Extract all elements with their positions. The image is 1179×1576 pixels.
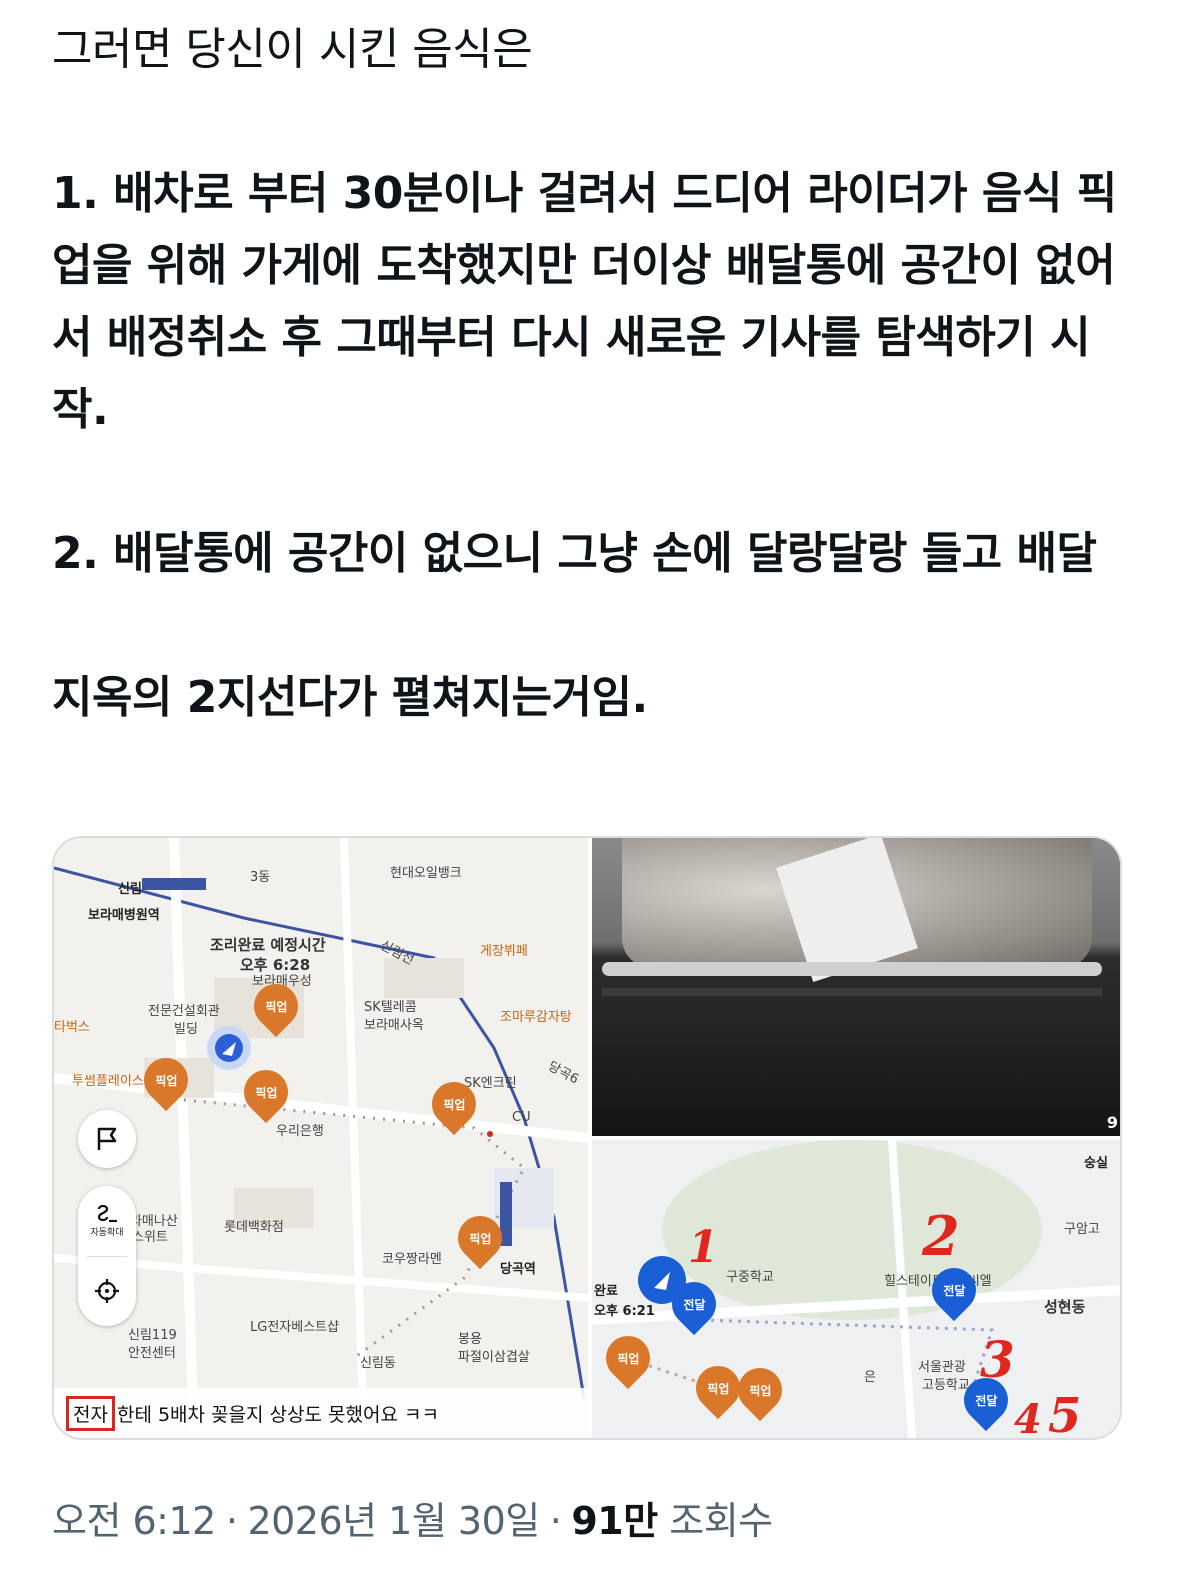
map-label: 조리완료 예정시간	[210, 936, 326, 954]
photo-content	[592, 838, 1120, 1136]
annotation-5: 5	[1048, 1388, 1082, 1438]
caption-highlight: 전자	[66, 1395, 115, 1431]
auto-zoom-label: 자동확대	[90, 1228, 124, 1239]
map-label: 조마루감자탕	[500, 1010, 572, 1025]
annotation-3: 3	[980, 1330, 1015, 1389]
crosshair-icon	[95, 1279, 119, 1304]
delivery-bag-photo[interactable]: 9	[592, 838, 1120, 1136]
post-time[interactable]: 오전 6:12	[52, 1499, 216, 1543]
auto-zoom-button[interactable]: 자동확대	[78, 1186, 136, 1256]
map-label: 성현동	[1044, 1298, 1086, 1316]
photo-bag-rim	[602, 962, 1102, 976]
map-label: 파절이삼겹살	[458, 1350, 530, 1365]
map-label: 구중학교	[726, 1270, 774, 1285]
annotation-4: 4	[1014, 1396, 1042, 1438]
map-label: 현대오일뱅크	[390, 866, 462, 881]
map-label: 오후 6:21	[594, 1304, 655, 1319]
photo-index: 9	[1106, 1113, 1118, 1132]
flag-button[interactable]	[78, 1110, 136, 1168]
post-intro: 그러면 당신이 시킨 음식은	[52, 24, 533, 75]
map-label: 고등학교	[922, 1378, 970, 1393]
map-label: 스위트	[132, 1230, 168, 1245]
map-label: 전문건설회관	[148, 1004, 220, 1019]
map-label: 구암고	[1064, 1222, 1100, 1237]
map-label: 서울관광	[918, 1360, 966, 1375]
map-label: 타벅스	[54, 1020, 90, 1035]
map-label: LG전자베스트샵	[250, 1320, 340, 1335]
post-point-1: 1. 배차로 부터 30분이나 걸려서 드디어 라이더가 음식 픽업을 위해 가…	[52, 168, 1117, 435]
map-label: 보라매사옥	[364, 1018, 424, 1033]
map-screenshot-right[interactable]: 숭실 구암고 힐스테이트센트씨엘 성현동 구중학교 서울관광 고등학교 은 완료…	[592, 1140, 1120, 1438]
map-label: 완료	[594, 1284, 618, 1299]
map-roads	[592, 1140, 1120, 1438]
map-label: CU	[512, 1110, 531, 1125]
map-label: 봉용	[458, 1332, 482, 1347]
map-label: 신림동	[360, 1356, 396, 1371]
map-label: 신림119	[128, 1328, 177, 1343]
post-point-2: 2. 배달통에 공간이 없으니 그냥 손에 달랑달랑 들고 배달	[52, 528, 1097, 579]
post-closing: 지옥의 2지선다가 펼쳐지는거임.	[52, 672, 648, 723]
auto-zoom-icon	[97, 1205, 117, 1223]
map-label: 보라매병원역	[88, 908, 160, 923]
map-label: 숭실	[1084, 1156, 1108, 1171]
media-grid[interactable]: 신림 보라매병원역 3동 현대오일뱅크 조리완료 예정시간 오후 6:28 보라…	[52, 836, 1122, 1440]
map-control-stack: 자동확대	[78, 1186, 136, 1326]
post-body: 그러면 당신이 시킨 음식은 1. 배차로 부터 30분이나 걸려서 드디어 라…	[52, 14, 1127, 734]
map-screenshot-left[interactable]: 신림 보라매병원역 3동 현대오일뱅크 조리완료 예정시간 오후 6:28 보라…	[54, 838, 588, 1438]
map-label: 안전센터	[128, 1346, 176, 1361]
views-label: 조회수	[669, 1499, 773, 1543]
post-date[interactable]: 2026년 1월 30일	[247, 1499, 540, 1543]
map-caption: 전자 한테 5배차 꽂을지 상상도 못했어요 ㅋㅋ	[54, 1388, 588, 1438]
flag-icon	[97, 1127, 117, 1150]
meta-separator: ·	[549, 1499, 562, 1543]
map-label: 은	[864, 1370, 876, 1385]
map-side-controls: 자동확대	[78, 1110, 136, 1326]
caption-text: 한테 5배차 꽂을지 상상도 못했어요 ㅋㅋ	[116, 1403, 439, 1426]
views-count[interactable]: 91만	[571, 1499, 658, 1543]
map-label: 3동	[250, 870, 271, 885]
meta-separator: ·	[225, 1499, 238, 1543]
map-label: 게장뷔페	[480, 944, 528, 959]
annotation-2: 2	[922, 1204, 960, 1268]
map-label: 빌딩	[174, 1022, 198, 1037]
map-label: 신림	[118, 882, 142, 897]
annotation-1: 1	[688, 1222, 719, 1273]
map-label: 투썸플레이스	[72, 1074, 144, 1089]
locate-button[interactable]	[78, 1257, 136, 1327]
map-label: SK엔크린	[464, 1076, 517, 1091]
map-label: 코우짱라멘	[382, 1252, 442, 1267]
map-label: 우리은행	[276, 1124, 324, 1139]
map-label: 당곡역	[500, 1262, 536, 1277]
post-meta: 오전 6:12 · 2026년 1월 30일 · 91만 조회수	[52, 1490, 773, 1545]
photo-bag-zipper	[602, 988, 1102, 996]
map-label: 롯데백화점	[224, 1220, 284, 1235]
map-label: SK텔레콤	[364, 1000, 417, 1015]
station-marker	[142, 878, 206, 890]
